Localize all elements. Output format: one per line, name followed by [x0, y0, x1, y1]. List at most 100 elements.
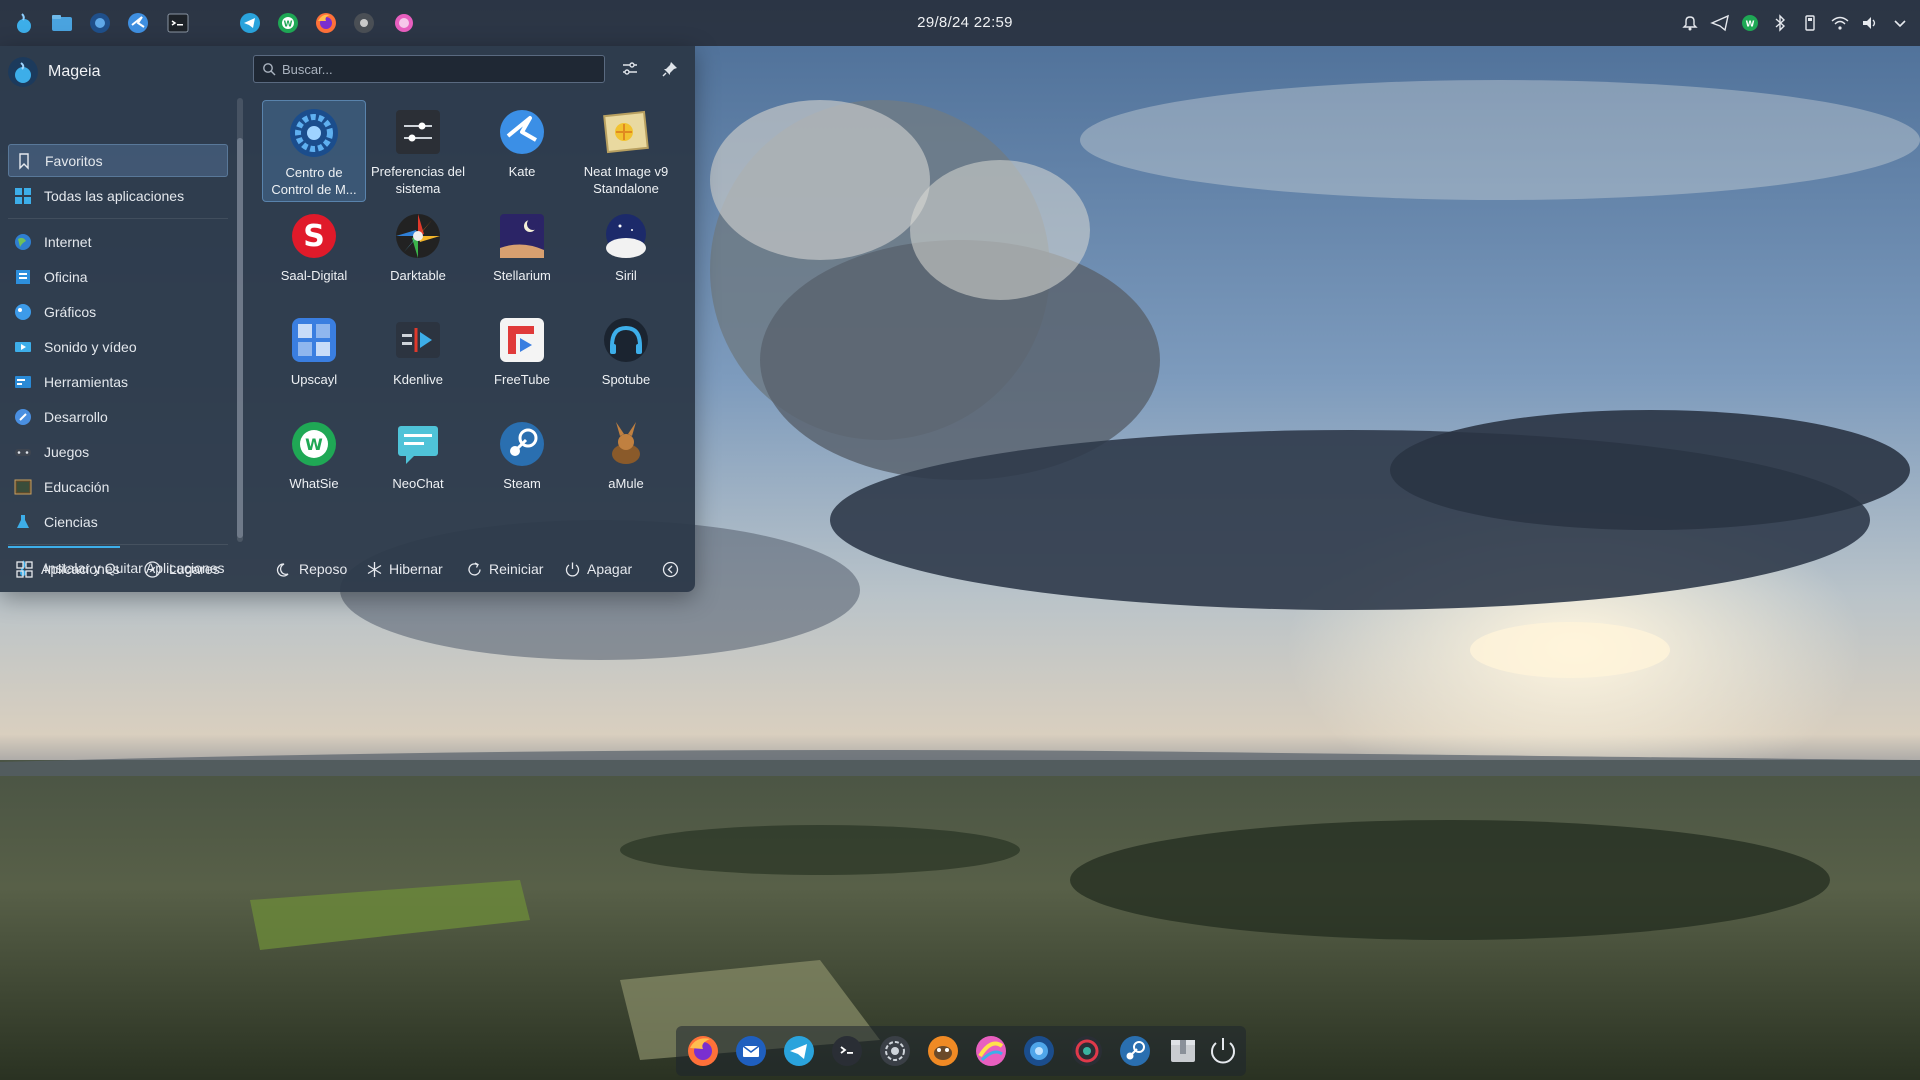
application-launcher: Mageia Favoritos Todas las aplicaciones … [0, 46, 695, 592]
configure-button[interactable] [618, 57, 642, 81]
darktable-icon[interactable] [352, 11, 376, 35]
alarm-icon[interactable] [1680, 13, 1700, 33]
stellarium-icon [500, 214, 544, 258]
control-center-icon[interactable] [1022, 1034, 1056, 1068]
amule-icon [612, 422, 640, 464]
tab-aplicaciones[interactable]: Aplicaciones [16, 554, 120, 584]
development-icon [15, 408, 31, 425]
mageia-launcher-icon[interactable] [12, 11, 36, 35]
app-tile[interactable]: Spotube [574, 308, 678, 410]
darktable-icon [396, 214, 440, 258]
sleep-icon [276, 562, 289, 577]
app-tile[interactable]: W WhatSie [262, 412, 366, 514]
hibernate-icon [367, 561, 382, 577]
gimp-icon[interactable] [926, 1034, 960, 1068]
more-options-button[interactable] [662, 554, 685, 584]
svg-text:W: W [305, 435, 323, 454]
telegram-icon[interactable] [238, 11, 262, 35]
category-herramientas[interactable]: Herramientas [8, 365, 228, 398]
category-ciencias[interactable]: Ciencias [8, 505, 228, 538]
app-tile[interactable]: Neat Image v9 Standalone [574, 100, 678, 202]
saal-digital-icon: S [292, 214, 336, 258]
usb-device-icon[interactable] [1800, 13, 1820, 33]
archive-icon[interactable] [1166, 1034, 1200, 1068]
app-tile[interactable]: Darktable [366, 204, 470, 306]
power-icon[interactable] [1206, 1034, 1240, 1068]
camera-aperture-icon[interactable] [878, 1034, 912, 1068]
search-box[interactable] [253, 55, 605, 83]
file-manager-icon[interactable] [50, 11, 74, 35]
category-favoritos[interactable]: Favoritos [8, 144, 228, 177]
category-divider [8, 218, 228, 219]
kate-icon [500, 110, 544, 154]
science-icon [17, 514, 29, 528]
svg-text:W: W [284, 20, 293, 29]
volume-icon[interactable] [1860, 13, 1880, 33]
launcher-footer: Aplicaciones Lugares Reposo Hibernar Rei… [0, 546, 695, 592]
globe-icon [15, 233, 31, 250]
top-panel: W 29/8/24 22:59 W [0, 0, 1920, 46]
category-desarrollo[interactable]: Desarrollo [8, 400, 228, 433]
app-tile[interactable]: FreeTube [470, 308, 574, 410]
user-header[interactable]: Mageia [8, 52, 238, 92]
terminal-icon[interactable] [166, 11, 190, 35]
sleep-button[interactable]: Reposo [276, 554, 347, 584]
app-tile[interactable]: Centro de Control de M... [262, 100, 366, 202]
pin-icon [662, 62, 677, 77]
app-tile[interactable]: S Saal-Digital [262, 204, 366, 306]
firefox-icon[interactable] [314, 11, 338, 35]
user-avatar[interactable] [8, 57, 38, 87]
category-educacion[interactable]: Educación [8, 470, 228, 503]
pin-button[interactable] [658, 57, 682, 81]
wifi-icon[interactable] [1830, 13, 1850, 33]
app-tile[interactable]: aMule [574, 412, 678, 514]
firefox-icon[interactable] [686, 1034, 720, 1068]
search-input[interactable] [282, 61, 592, 77]
shutdown-button[interactable]: Apagar [564, 554, 632, 584]
app-tile[interactable]: Preferencias del sistema [366, 100, 470, 202]
app-icon[interactable] [392, 11, 416, 35]
bluetooth-icon[interactable] [1770, 13, 1790, 33]
spotube-icon [604, 318, 648, 362]
expand-tray-icon[interactable] [1890, 13, 1910, 33]
tab-lugares[interactable]: Lugares [144, 554, 220, 584]
kdenlive-icon [396, 322, 440, 358]
kate-icon[interactable] [126, 11, 150, 35]
gamepad-icon [15, 448, 31, 456]
restart-icon [468, 561, 481, 575]
category-scrollbar[interactable] [237, 98, 243, 542]
telegram-tray-icon[interactable] [1710, 13, 1730, 33]
steam-icon[interactable] [1118, 1034, 1152, 1068]
whatsie-tray-icon[interactable]: W [1740, 13, 1760, 33]
thunderbird-icon[interactable] [734, 1034, 768, 1068]
category-todas[interactable]: Todas las aplicaciones [8, 179, 228, 212]
hibernate-button[interactable]: Hibernar [366, 554, 443, 584]
whatsie-icon: W [292, 422, 336, 466]
multimedia-icon [15, 341, 31, 352]
upscayl-icon [292, 318, 336, 362]
app-tile[interactable]: Kate [470, 100, 574, 202]
category-internet[interactable]: Internet [8, 225, 228, 258]
category-sonido[interactable]: Sonido y vídeo [8, 330, 228, 363]
category-graficos[interactable]: Gráficos [8, 295, 228, 328]
scrollbar-thumb[interactable] [237, 138, 243, 538]
davinci-icon[interactable] [1070, 1034, 1104, 1068]
telegram-icon[interactable] [782, 1034, 816, 1068]
terminal-icon[interactable] [830, 1034, 864, 1068]
whatsie-icon[interactable]: W [276, 11, 300, 35]
app-tile[interactable]: Siril [574, 204, 678, 306]
krita-icon[interactable] [974, 1034, 1008, 1068]
siril-icon [606, 214, 646, 258]
category-juegos[interactable]: Juegos [8, 435, 228, 468]
clock[interactable]: 29/8/24 22:59 [860, 14, 1070, 34]
app-tile[interactable]: Kdenlive [366, 308, 470, 410]
app-tile[interactable]: Upscayl [262, 308, 366, 410]
control-center-icon[interactable] [88, 11, 112, 35]
restart-button[interactable]: Reiniciar [466, 554, 543, 584]
app-tile[interactable]: Steam [470, 412, 574, 514]
category-oficina[interactable]: Oficina [8, 260, 228, 293]
sliders-icon [623, 62, 637, 75]
neochat-icon [398, 426, 438, 464]
app-tile[interactable]: NeoChat [366, 412, 470, 514]
app-tile[interactable]: Stellarium [470, 204, 574, 306]
